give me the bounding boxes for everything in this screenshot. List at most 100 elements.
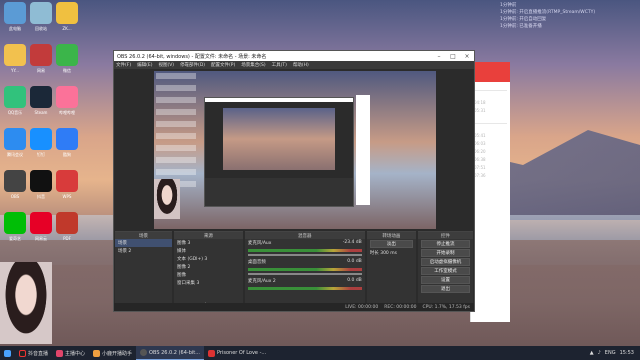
scenes-header: 场景 [115,232,173,239]
maximize-icon[interactable]: □ [446,53,460,60]
obs-preview[interactable] [154,71,436,229]
taskbar-item[interactable]: 主播中心 [52,346,89,360]
desktop-icon-label: PDF [63,236,71,241]
transitions-dock: 转场动画 淡出 时长 300 ms [366,231,416,311]
studio-mode-button[interactable]: 工作室模式 [420,267,470,275]
sources-dock: 来源 图像 3 媒体 文本 (GDI+) 3 图像 2 图像 窗口采集 3 + … [174,231,243,311]
transition-duration[interactable]: 时长 300 ms [367,249,416,257]
taskbar-item[interactable]: 小鹿开播助手 [89,346,136,360]
desktop-app-icon[interactable] [30,86,52,108]
menu-tools[interactable]: 工具(T) [272,62,287,68]
scene-item[interactable]: 场景 [115,239,173,247]
obs-titlebar[interactable]: OBS 26.0.2 (64-bit, windows) - 配置文件: 未命名… [114,51,474,61]
volume-icon[interactable]: ♪ [598,350,601,356]
mixer-dock: 混音器 麦克风/Aux -23.4 dB 桌面音频 0.0 dB 麦克风/Aux… [244,231,365,311]
anchor-center-icon [56,349,64,357]
stop-streaming-button[interactable]: 停止推流 [420,240,470,248]
desktop-app-icon[interactable] [4,2,26,24]
live-notifications: 1分钟前 1分钟前: 开启直播推流(RTMP_Stream/WCTY) 1分钟前… [500,2,640,30]
menu-docks[interactable]: 停靠部件(D) [180,62,205,68]
desktop-app-icon[interactable] [30,2,52,24]
desktop-icon-label: 酷狗 [63,152,71,157]
nested-obs-preview [204,97,354,207]
menu-profile[interactable]: 配置文件(P) [211,62,235,68]
source-item[interactable]: 媒体 [174,247,243,255]
desktop-icon-label: 爱奇艺 [9,236,21,241]
desktop-app-icon[interactable] [4,170,26,192]
desktop-app-icon[interactable] [30,170,52,192]
menu-scene-collection[interactable]: 场景集合(S) [241,62,265,68]
desktop-app-icon[interactable] [30,44,52,66]
preview-webcam [154,179,180,219]
schedule-time: 06:38 [474,157,486,162]
obs-icon [140,349,148,356]
desktop-app-icon[interactable] [4,212,26,234]
virtual-camera-button[interactable]: 启动虚拟摄像机 [420,258,470,266]
exit-button[interactable]: 退出 [420,285,470,293]
notification-line: 1分钟前: 开启直播推流(RTMP_Stream/WCTY) [500,10,596,15]
preview-side-window [356,95,370,205]
source-item[interactable]: 文本 (GDI+) 3 [174,255,243,263]
transition-select[interactable]: 淡出 [369,240,413,248]
clock[interactable]: 15:53 [620,350,634,356]
webcam-overlay [0,262,52,344]
controls-header: 控件 [417,232,473,239]
background-app-window[interactable]: 04:18 05:31 05:41 06:03 06:20 06:38 07:5… [470,62,510,322]
desktop-icon-label: OBS [10,194,20,199]
desktop-icon-label: WPS [62,194,72,199]
desktop-app-icon[interactable] [30,212,52,234]
controls-dock: 控件 停止推流 开始录制 启动虚拟摄像机 工作室模式 设置 退出 [417,231,473,311]
start-button[interactable] [0,346,15,360]
input-language[interactable]: ENG [605,350,616,356]
source-item[interactable]: 图像 [174,271,243,279]
desktop-icon-label: 网易云 [35,236,47,241]
desktop-app-icon[interactable] [4,128,26,150]
desktop-app-icon[interactable] [30,128,52,150]
network-icon[interactable]: ▲ [590,350,594,356]
system-tray: ▲ ♪ ENG 15:53 [590,350,640,356]
minimize-icon[interactable]: – [432,53,446,60]
taskbar-item[interactable]: 抖音直播 [15,346,52,360]
transitions-header: 转场动画 [366,232,416,239]
menu-help[interactable]: 帮助(H) [293,62,309,68]
source-item[interactable]: 图像 2 [174,263,243,271]
desktop-app-icon[interactable] [56,212,78,234]
windows-icon [4,349,11,357]
window-title: OBS 26.0.2 (64-bit, windows) - 配置文件: 未命名… [117,53,267,60]
source-item[interactable]: 窗口采集 3 [174,279,243,287]
taskbar-item-obs[interactable]: OBS 26.0.2 (64-bit... [136,346,204,360]
desktop-icon-label: 哔哩哔哩 [59,110,75,115]
schedule-time: 07:36 [474,173,486,178]
scene-item[interactable]: 场景 2 [115,247,172,255]
desktop-app-icon[interactable] [56,86,78,108]
volume-slider[interactable] [247,254,362,256]
menu-edit[interactable]: 编辑(E) [137,62,152,68]
desktop-icon-label: QQ音乐 [7,110,23,115]
notification-line: 1分钟前: 开启自动回复 [500,17,547,22]
mixer-channel-name: 麦克风/Aux -23.4 dB [247,240,362,246]
mixer-channel-name: 桌面音频 0.0 dB [247,259,362,265]
desktop-app-icon[interactable] [56,128,78,150]
menu-file[interactable]: 文件(F) [116,62,131,68]
desktop-icon-label: ZK... [62,26,72,31]
mixer-channel-name: 麦克风/Aux 2 0.0 dB [247,278,362,284]
schedule-time: 04:18 [474,100,486,105]
desktop-app-icon[interactable] [56,44,78,66]
volume-slider[interactable] [247,273,362,275]
settings-button[interactable]: 设置 [420,276,470,284]
desktop-app-icon[interactable] [56,2,78,24]
close-icon[interactable]: × [460,53,474,60]
start-recording-button[interactable]: 开始录制 [420,249,470,257]
live-timer: LIVE: 00:00:00 [345,304,379,310]
volume-meter [247,268,362,271]
desktop-app-icon[interactable] [4,44,26,66]
schedule-time: 06:03 [474,141,486,146]
menu-view[interactable]: 视图(V) [158,62,174,68]
source-item[interactable]: 图像 3 [174,239,243,247]
desktop-app-icon[interactable] [4,86,26,108]
desktop-icon-label: 腾讯会议 [7,152,23,157]
obs-window[interactable]: OBS 26.0.2 (64-bit, windows) - 配置文件: 未命名… [113,50,475,312]
desktop-app-icon[interactable] [56,170,78,192]
mixer-header: 混音器 [244,232,365,239]
taskbar-item[interactable]: Prisoner Of Love -... [204,346,270,360]
